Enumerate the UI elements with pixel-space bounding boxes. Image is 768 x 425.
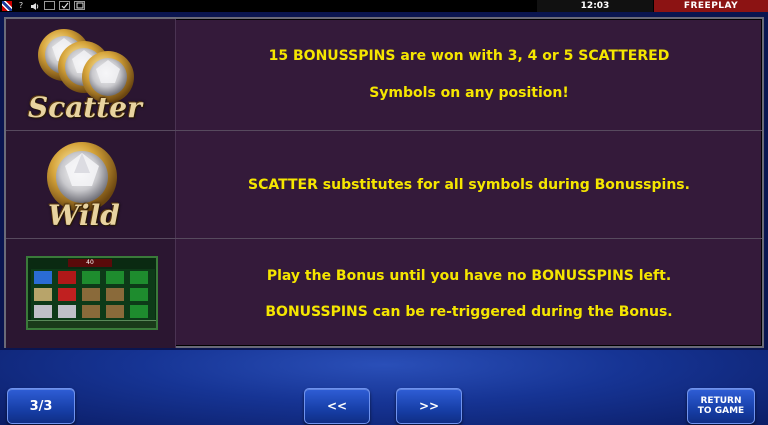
mini-status-strip <box>28 320 156 328</box>
scatter-rule-line-1: 15 BONUSSPINS are won with 3, 4 or 5 SCA… <box>268 48 670 64</box>
sound-icon[interactable] <box>30 1 40 11</box>
help-icon[interactable]: ? <box>16 1 26 11</box>
mini-reels-icon <box>31 269 155 321</box>
next-page-button[interactable]: >> <box>396 388 462 424</box>
wild-symbol: Wild <box>6 131 176 238</box>
fullscreen-icon[interactable] <box>74 1 85 10</box>
mini-counter: 40 <box>68 259 112 267</box>
bonus-rule-line-2: BONUSSPINS can be re-triggered during th… <box>265 303 673 320</box>
wild-rule-line-1: SCATTER substitutes for all symbols duri… <box>248 176 690 193</box>
return-to-game-button[interactable]: RETURN TO GAME <box>687 388 755 424</box>
freeplay-badge: FREEPLAY <box>654 0 768 12</box>
scatter-symbol: Scatter <box>6 19 176 130</box>
scatter-rule-line-2: Symbols on any position! <box>369 85 569 101</box>
previous-page-button[interactable]: << <box>304 388 370 424</box>
page-indicator-button[interactable]: 3/3 <box>7 388 75 424</box>
bonus-rule-line-1: Play the Bonus until you have no BONUSSP… <box>266 267 672 284</box>
mini-game-screen: 40 <box>26 256 158 330</box>
window-icon[interactable] <box>44 1 55 10</box>
paytable-row-wild: Wild SCATTER substitutes for all symbols… <box>6 130 762 238</box>
bonus-preview: 40 <box>6 239 176 348</box>
paytable-panel: Scatter 15 BONUSSPINS are won with 3, 4 … <box>4 17 764 348</box>
status-bar: ? 12:03 FREEPLAY <box>0 0 768 12</box>
wild-label: Wild <box>48 199 120 232</box>
return-label-line-2: TO GAME <box>697 406 745 416</box>
flag-icon[interactable] <box>2 1 12 11</box>
return-label-line-1: RETURN <box>700 396 742 406</box>
paytable-row-scatter: Scatter 15 BONUSSPINS are won with 3, 4 … <box>6 19 762 130</box>
clock: 12:03 <box>537 0 653 12</box>
settings-icon[interactable] <box>59 1 70 10</box>
scatter-label: Scatter <box>28 91 142 124</box>
control-bar <box>0 350 768 425</box>
paytable-row-bonus: 40 Play the Bonus until you have no BONU… <box>6 238 762 348</box>
